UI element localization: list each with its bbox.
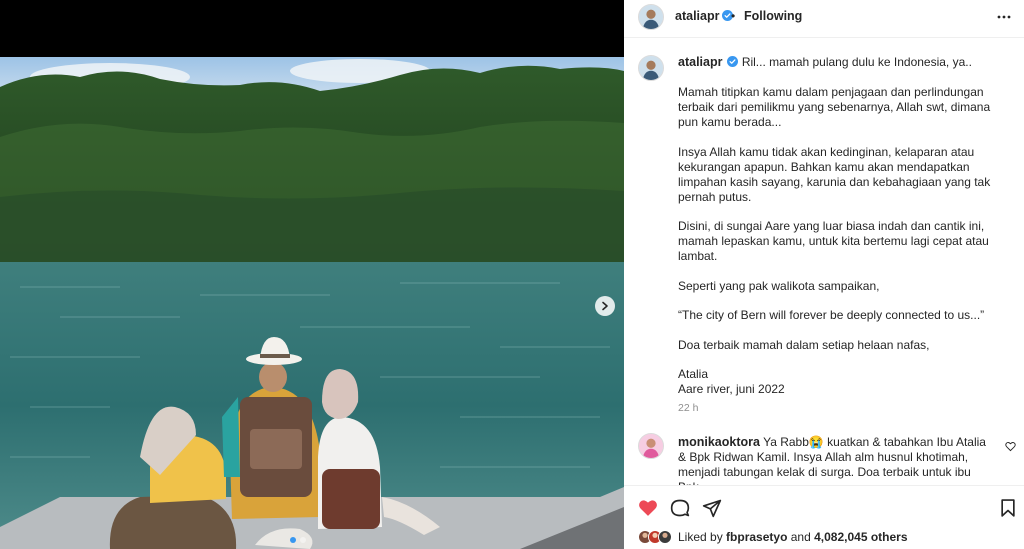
likes-text[interactable]: Liked by fbprasetyo and 4,082,045 others bbox=[678, 530, 908, 544]
comment-button[interactable] bbox=[670, 498, 690, 518]
post-timestamp[interactable]: 22 h bbox=[678, 402, 698, 414]
separator-dot: • bbox=[731, 9, 736, 23]
carousel-next-button[interactable] bbox=[595, 296, 615, 316]
carousel-dot-active bbox=[290, 537, 296, 543]
caption-line: Insya Allah kamu tidak akan kedinginan, … bbox=[678, 144, 991, 204]
post-header: ataliapr • Following bbox=[624, 0, 1024, 38]
caption-line: Doa terbaik mamah dalam setiap helaan na… bbox=[678, 337, 930, 352]
heart-outline-icon[interactable] bbox=[1005, 441, 1016, 452]
comment-username[interactable]: monikaoktora bbox=[678, 435, 760, 449]
caption-username[interactable]: ataliapr bbox=[678, 55, 722, 69]
avatar[interactable] bbox=[638, 433, 664, 459]
more-options-icon[interactable] bbox=[996, 10, 1012, 24]
caption-line: Ril... mamah pulang dulu ke Indonesia, y… bbox=[741, 55, 972, 69]
save-button[interactable] bbox=[998, 498, 1018, 518]
carousel-dot bbox=[300, 537, 306, 543]
caption-line: Atalia bbox=[678, 367, 709, 381]
share-button[interactable] bbox=[702, 498, 722, 518]
caption-line: Disini, di sungai Aare yang luar biasa i… bbox=[678, 219, 989, 263]
likes-prefix: Liked by bbox=[678, 530, 723, 544]
post-media[interactable] bbox=[0, 0, 624, 549]
username-text[interactable]: ataliapr bbox=[675, 9, 719, 23]
avatar[interactable] bbox=[638, 4, 664, 30]
post-photo bbox=[0, 57, 624, 549]
paper-plane-icon bbox=[702, 499, 722, 518]
comment-bubble-icon bbox=[670, 499, 690, 517]
post-side-panel: ataliapr • Following ataliapr Ril... mam… bbox=[624, 0, 1024, 549]
bookmark-icon bbox=[1001, 499, 1015, 517]
likes-count[interactable]: 4,082,045 others bbox=[814, 530, 907, 544]
heart-filled-icon bbox=[639, 500, 657, 516]
carousel-dots bbox=[290, 537, 306, 543]
caption-line: Aare river, juni 2022 bbox=[678, 382, 785, 396]
likes-summary: Liked by fbprasetyo and 4,082,045 others bbox=[638, 529, 908, 545]
following-button[interactable]: Following bbox=[744, 9, 802, 23]
chevron-right-icon bbox=[602, 301, 608, 311]
likes-user[interactable]: fbprasetyo bbox=[726, 530, 787, 544]
avatar[interactable] bbox=[638, 55, 664, 81]
likes-conjunction: and bbox=[790, 530, 811, 544]
caption-line: Mamah titipkan kamu dalam penjagaan dan … bbox=[678, 85, 991, 129]
comment-body: monikaoktora Ya Rabb😭 kuatkan & tabahkan… bbox=[678, 435, 988, 485]
post-caption: ataliapr Ril... mamah pulang dulu ke Ind… bbox=[678, 55, 998, 412]
verified-badge-icon bbox=[727, 56, 739, 67]
post-author-username[interactable]: ataliapr bbox=[675, 9, 734, 23]
post-actions-bar: Liked by fbprasetyo and 4,082,045 others bbox=[624, 485, 1024, 549]
caption-line: Seperti yang pak walikota sampaikan, bbox=[678, 278, 880, 293]
caption-line: “The city of Bern will forever be deeply… bbox=[678, 308, 985, 322]
caption-scroll-area[interactable]: ataliapr Ril... mamah pulang dulu ke Ind… bbox=[624, 45, 1024, 485]
like-button[interactable] bbox=[638, 498, 658, 518]
avatar[interactable] bbox=[658, 530, 672, 544]
